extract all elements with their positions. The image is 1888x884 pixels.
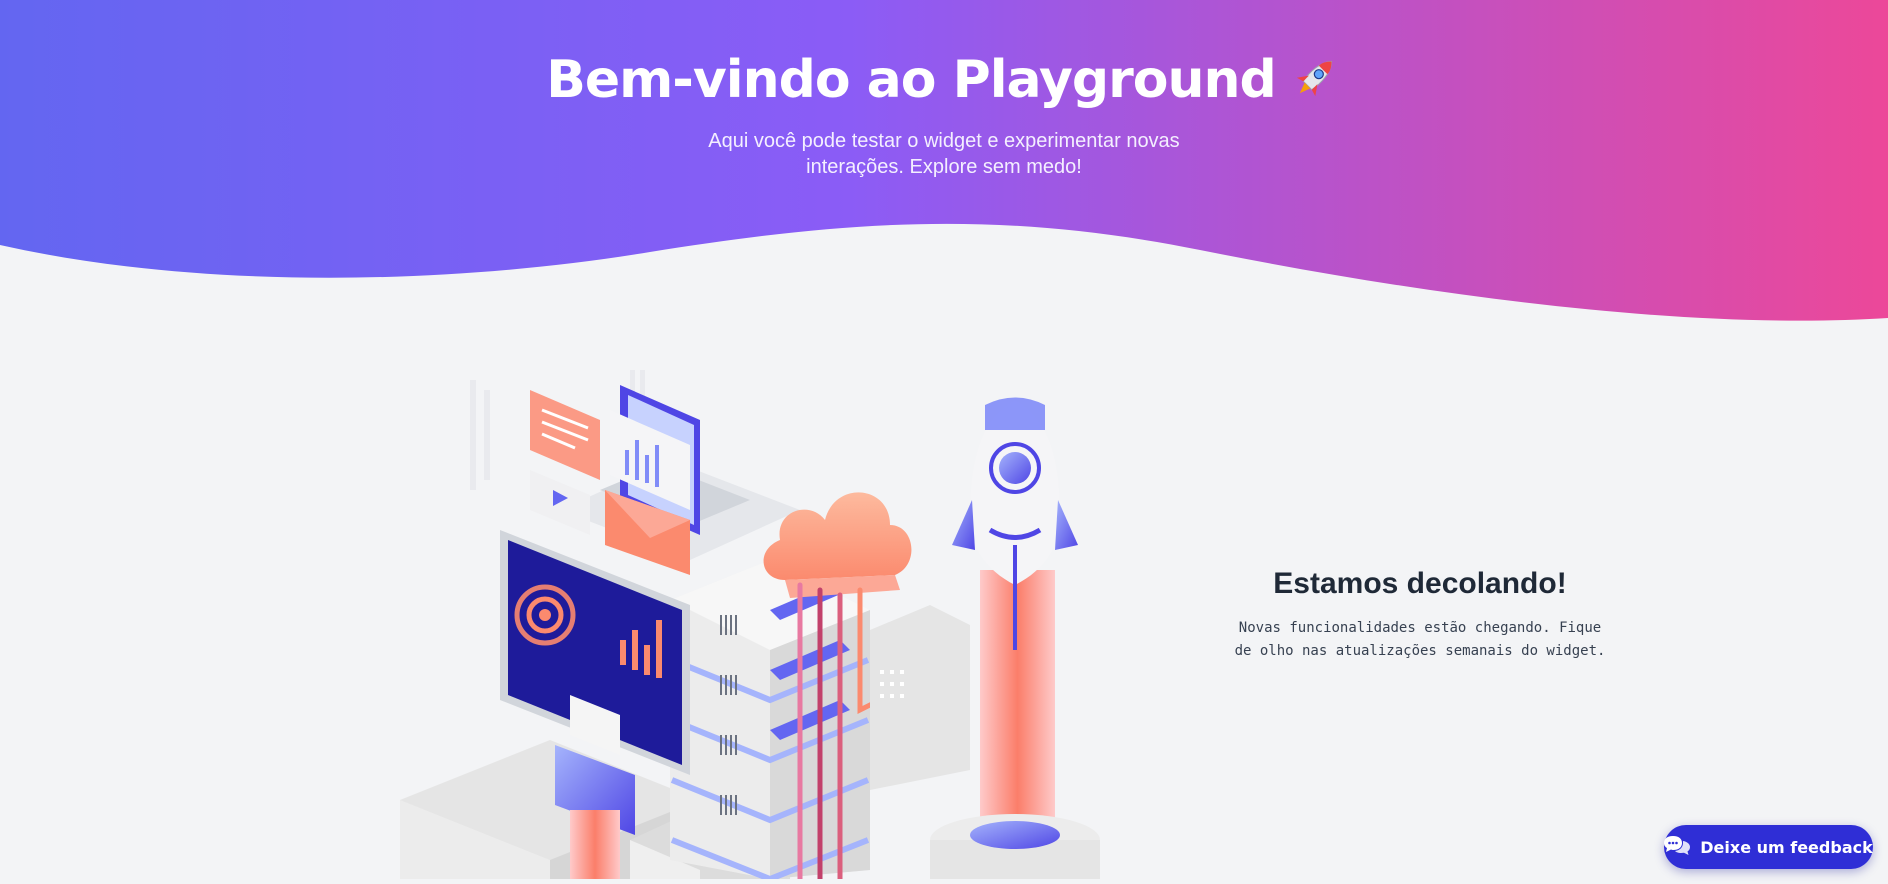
feedback-button[interactable]: Deixe um feedback bbox=[1664, 825, 1873, 869]
rocket-icon bbox=[1290, 51, 1342, 116]
hero-banner: Bem-vindo ao Playground Aqui você pode t… bbox=[0, 0, 1888, 330]
page-title: Bem-vindo ao Playground bbox=[0, 50, 1888, 116]
info-text: Novas funcionalidades estão chegando. Fi… bbox=[1234, 620, 1606, 659]
info-heading: Estamos decolando! bbox=[1273, 567, 1567, 600]
info-section: Estamos decolando! Novas funcionalidades… bbox=[1200, 567, 1640, 663]
feedback-button-label: Deixe um feedback bbox=[1700, 837, 1873, 857]
page-subtitle: Aqui você pode testar o widget e experim… bbox=[708, 129, 1180, 178]
chat-bubble-icon bbox=[1664, 834, 1691, 860]
hero-illustration bbox=[400, 370, 1120, 884]
